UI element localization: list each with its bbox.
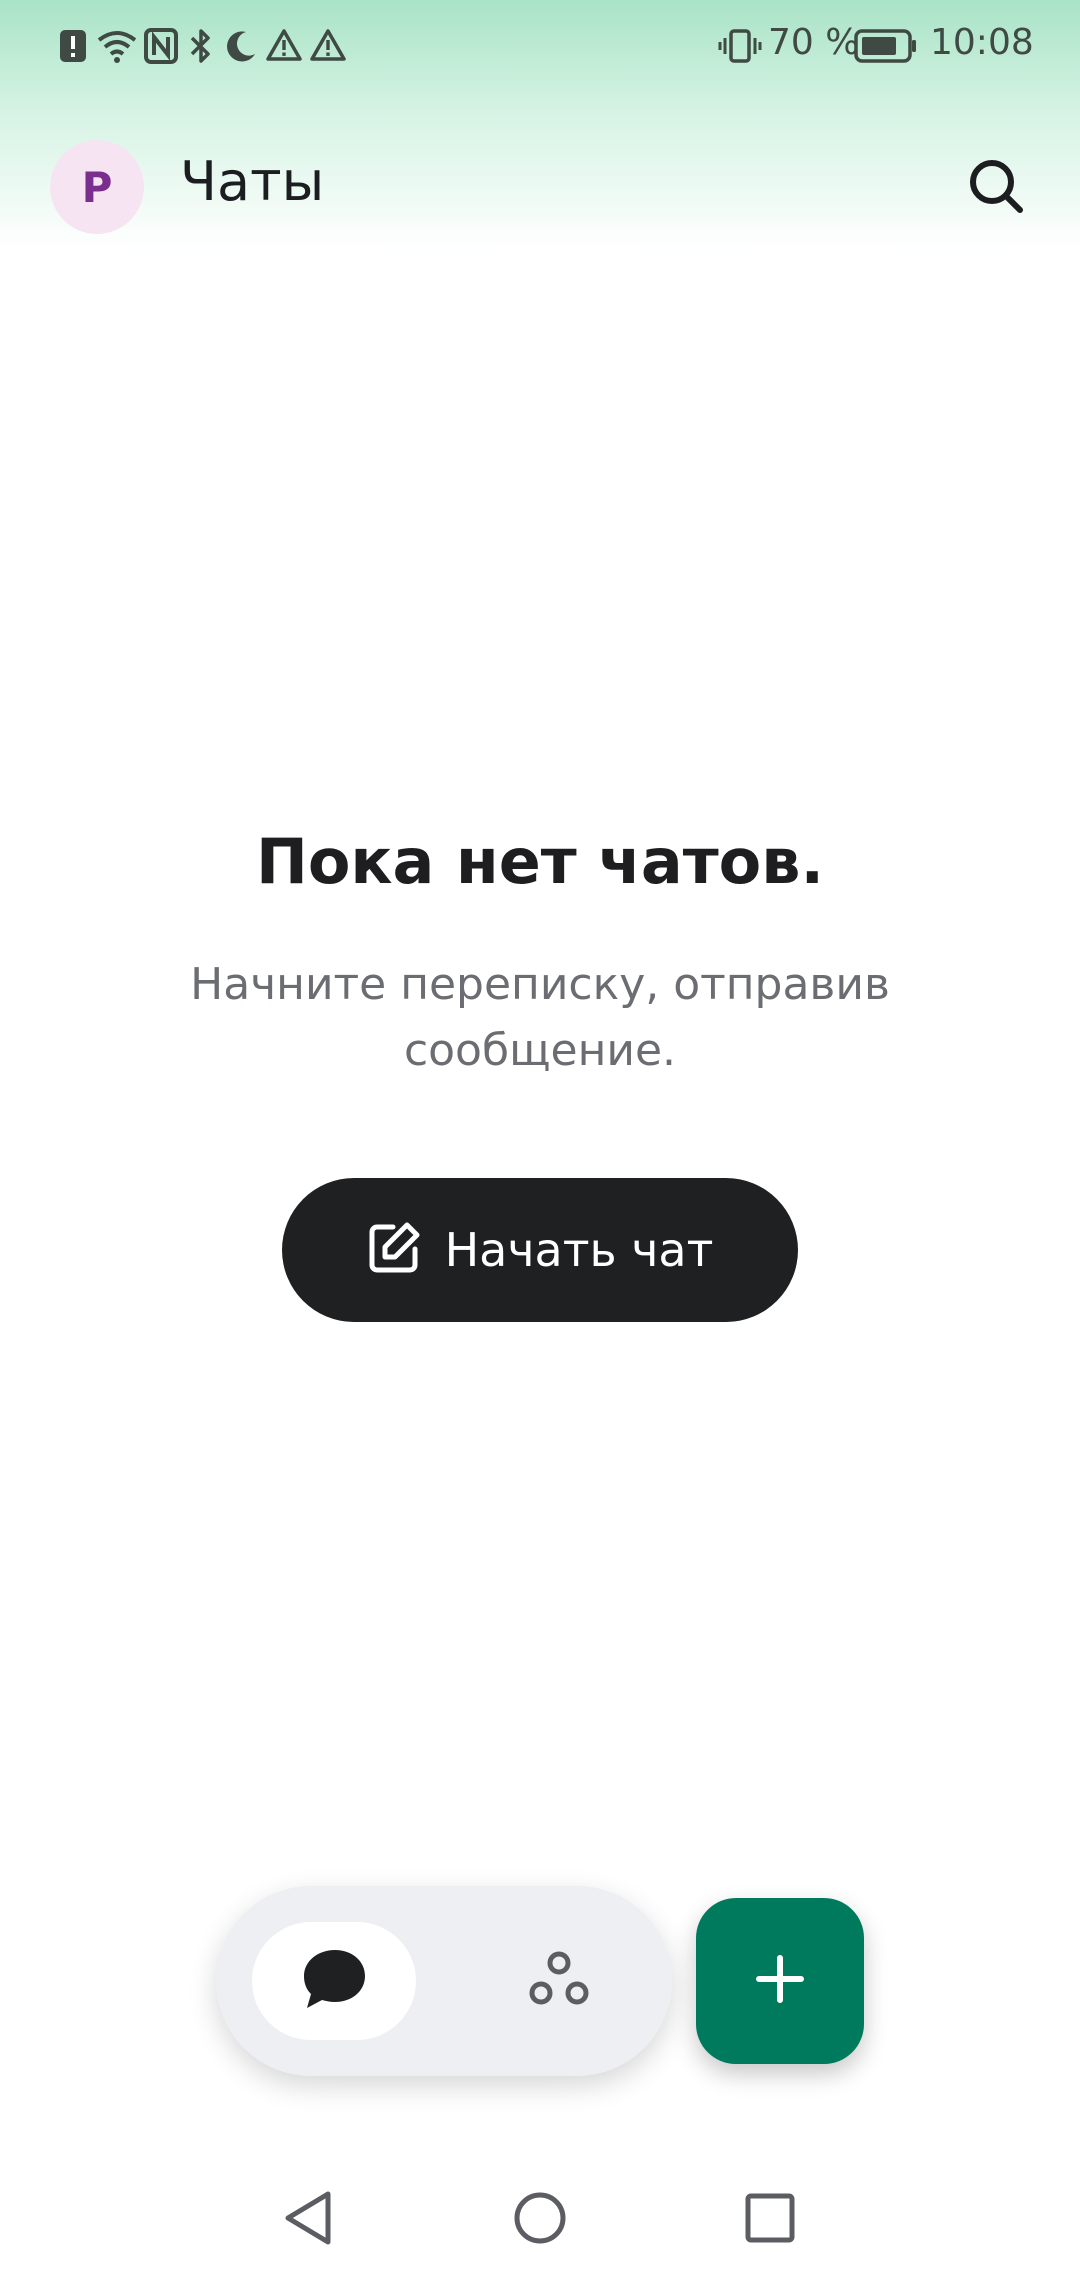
- recents-icon: [742, 2190, 798, 2250]
- home-icon: [510, 2188, 570, 2252]
- nfc-icon: [144, 28, 178, 68]
- nav-item-chats[interactable]: [252, 1922, 416, 2040]
- bluetooth-icon: [188, 28, 214, 68]
- search-icon: [962, 160, 1030, 224]
- status-bar: 70 % 10:08: [0, 0, 1080, 92]
- alert-icon: [58, 28, 88, 68]
- battery-percent: 70 %: [768, 22, 860, 63]
- warning-icon: [310, 28, 346, 66]
- avatar[interactable]: P: [50, 140, 144, 234]
- warning-icon: [266, 28, 302, 66]
- start-chat-label: Начать чат: [444, 1223, 714, 1277]
- system-home-button[interactable]: [500, 2180, 580, 2260]
- moon-icon: [224, 28, 258, 68]
- vibrate-icon: [718, 28, 762, 68]
- battery-icon: [854, 28, 918, 68]
- start-chat-button[interactable]: Начать чат: [282, 1178, 798, 1322]
- wifi-icon: [96, 28, 138, 68]
- chat-bubble-icon: [299, 1946, 369, 2016]
- nav-item-channels[interactable]: [484, 1922, 634, 2040]
- system-recents-button[interactable]: [730, 2180, 810, 2260]
- channels-icon: [527, 1949, 591, 2013]
- avatar-letter: P: [81, 162, 113, 212]
- system-back-button[interactable]: [268, 2180, 348, 2260]
- back-icon: [280, 2188, 336, 2252]
- page-title: Чаты: [180, 150, 325, 213]
- empty-state-subtitle: Начните переписку, отправив сообщение.: [190, 959, 890, 1076]
- empty-state-title: Пока нет чатов.: [255, 825, 825, 898]
- search-button[interactable]: [962, 152, 1030, 220]
- clock: 10:08: [930, 22, 1034, 63]
- new-chat-fab[interactable]: [696, 1898, 864, 2064]
- chats-screen: 70 % 10:08 P Чаты Пока нет чатов. Начнит…: [0, 0, 1080, 2280]
- edit-icon: [367, 1221, 421, 1279]
- bottom-navigation: [216, 1886, 672, 2076]
- plus-icon: [754, 1953, 806, 2009]
